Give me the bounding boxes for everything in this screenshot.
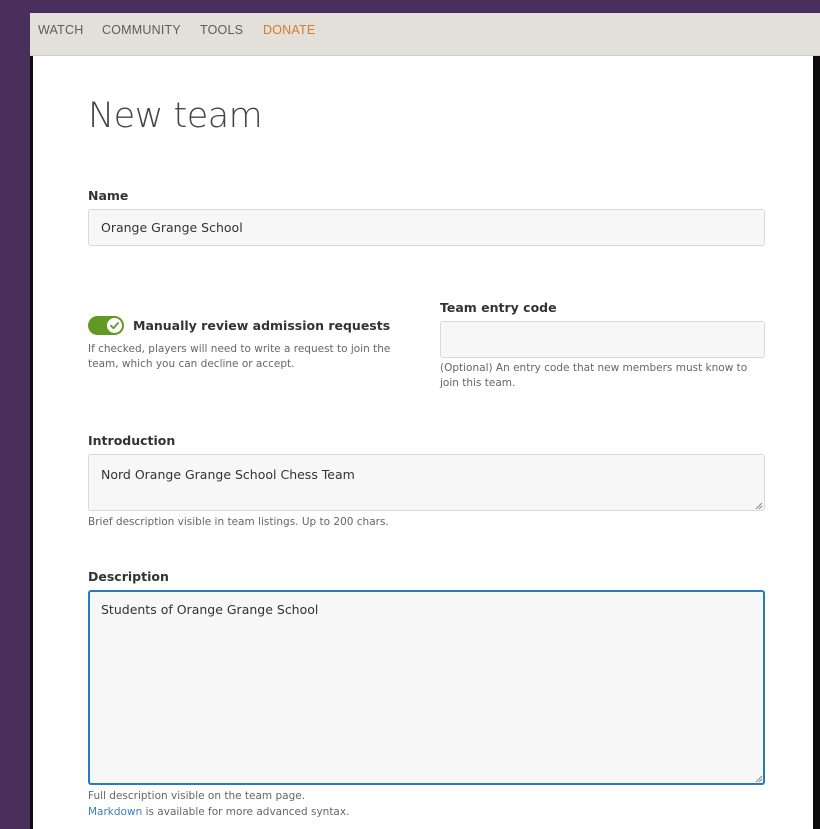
introduction-label: Introduction (88, 433, 176, 448)
nav-community[interactable]: COMMUNITY (102, 23, 181, 37)
nav-watch[interactable]: WATCH (38, 23, 83, 37)
introduction-help: Brief description visible in team listin… (88, 516, 389, 528)
introduction-textarea[interactable]: Nord Orange Grange School Chess Team (88, 454, 765, 511)
entry-code-help: (Optional) An entry code that new member… (440, 362, 748, 389)
markdown-link[interactable]: Markdown (88, 806, 142, 818)
toggle-knob (107, 318, 122, 333)
page-title: New team (88, 96, 263, 136)
markdown-note-text: is available for more advanced syntax. (142, 806, 350, 818)
description-help: Full description visible on the team pag… (88, 790, 306, 802)
entry-code-input[interactable] (440, 321, 765, 358)
nav-tools[interactable]: TOOLS (200, 23, 243, 37)
markdown-note: Markdown is available for more advanced … (88, 805, 349, 820)
resize-grip-icon[interactable] (755, 775, 763, 783)
entry-code-label: Team entry code (440, 300, 557, 315)
top-navigation: WATCH COMMUNITY TOOLS DONATE (30, 13, 820, 56)
description-textarea[interactable]: Students of Orange Grange School (88, 590, 765, 785)
check-icon (110, 322, 119, 330)
description-label: Description (88, 569, 169, 584)
admission-help: If checked, players will need to write a… (88, 343, 391, 370)
name-label: Name (88, 188, 129, 203)
admission-toggle[interactable] (88, 316, 124, 335)
name-input[interactable] (88, 209, 765, 246)
admission-label: Manually review admission requests (133, 318, 391, 333)
nav-donate[interactable]: DONATE (263, 23, 315, 37)
resize-grip-icon[interactable] (755, 502, 763, 510)
new-team-form-page: New team Name Manually review admission … (33, 56, 813, 829)
desktop-background (0, 0, 30, 829)
browser-window: WATCH COMMUNITY TOOLS DONATE New team Na… (30, 13, 820, 829)
